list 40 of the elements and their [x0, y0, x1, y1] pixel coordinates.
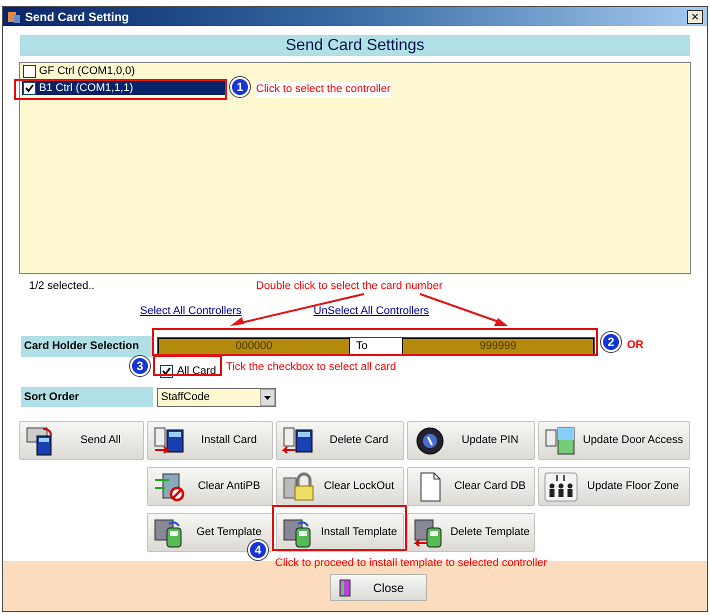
action-button[interactable]: Install Template: [276, 513, 404, 552]
step-number-badge: 2: [601, 332, 621, 352]
checkbox[interactable]: [23, 82, 36, 94]
app-icon: [7, 10, 21, 24]
action-button[interactable]: Clear LockOut: [276, 467, 404, 506]
link[interactable]: Select All Controllers: [140, 302, 242, 319]
action-button[interactable]: Clear Card DB: [407, 467, 535, 506]
field-label: Sort Order: [21, 387, 153, 407]
step-number-badge: 3: [130, 356, 150, 376]
close-button[interactable]: Close: [330, 574, 427, 601]
action-button[interactable]: Delete Template: [407, 513, 535, 552]
controller-item[interactable]: B1 Ctrl (COM1,1,1): [22, 81, 225, 95]
action-button[interactable]: Delete Card: [276, 421, 404, 460]
action-button[interactable]: Update PIN: [407, 421, 535, 460]
action-button[interactable]: Install Card: [147, 421, 273, 460]
action-button[interactable]: Clear AntiPB: [147, 467, 273, 506]
annotation-text: Click to select the controller: [256, 81, 390, 98]
action-button[interactable]: Update Floor Zone: [538, 467, 690, 506]
step-number-badge: 4: [248, 540, 268, 560]
sort-order-dropdown[interactable]: StaffCode: [157, 388, 276, 406]
people-icon: [544, 472, 578, 502]
range-label: To: [355, 339, 369, 354]
action-button[interactable]: Send All: [19, 421, 144, 460]
step-number-badge: 1: [230, 77, 250, 97]
checkbox[interactable]: [23, 64, 36, 78]
dropdown-arrow-icon: [260, 388, 275, 406]
padlock-icon: [282, 472, 316, 502]
close-button[interactable]: ×: [687, 10, 703, 24]
window-title: Send Card Setting: [25, 8, 130, 26]
section-header: Send Card Settings: [20, 35, 690, 56]
exit-icon: [339, 578, 351, 596]
field-label: Card Holder Selection: [21, 336, 153, 357]
checkbox-label: All Card: [177, 364, 216, 379]
selection-count: 1/2 selected..: [29, 279, 94, 294]
action-button[interactable]: Update Door Access: [538, 421, 690, 460]
link[interactable]: UnSelect All Controllers: [314, 302, 430, 319]
annotation-text: OR: [627, 338, 644, 353]
controller-item[interactable]: GF Ctrl (COM1,0,0): [22, 64, 225, 78]
no-entry-icon: [153, 472, 187, 502]
annotation-text: Click to proceed to install template to selected controller: [275, 556, 548, 571]
